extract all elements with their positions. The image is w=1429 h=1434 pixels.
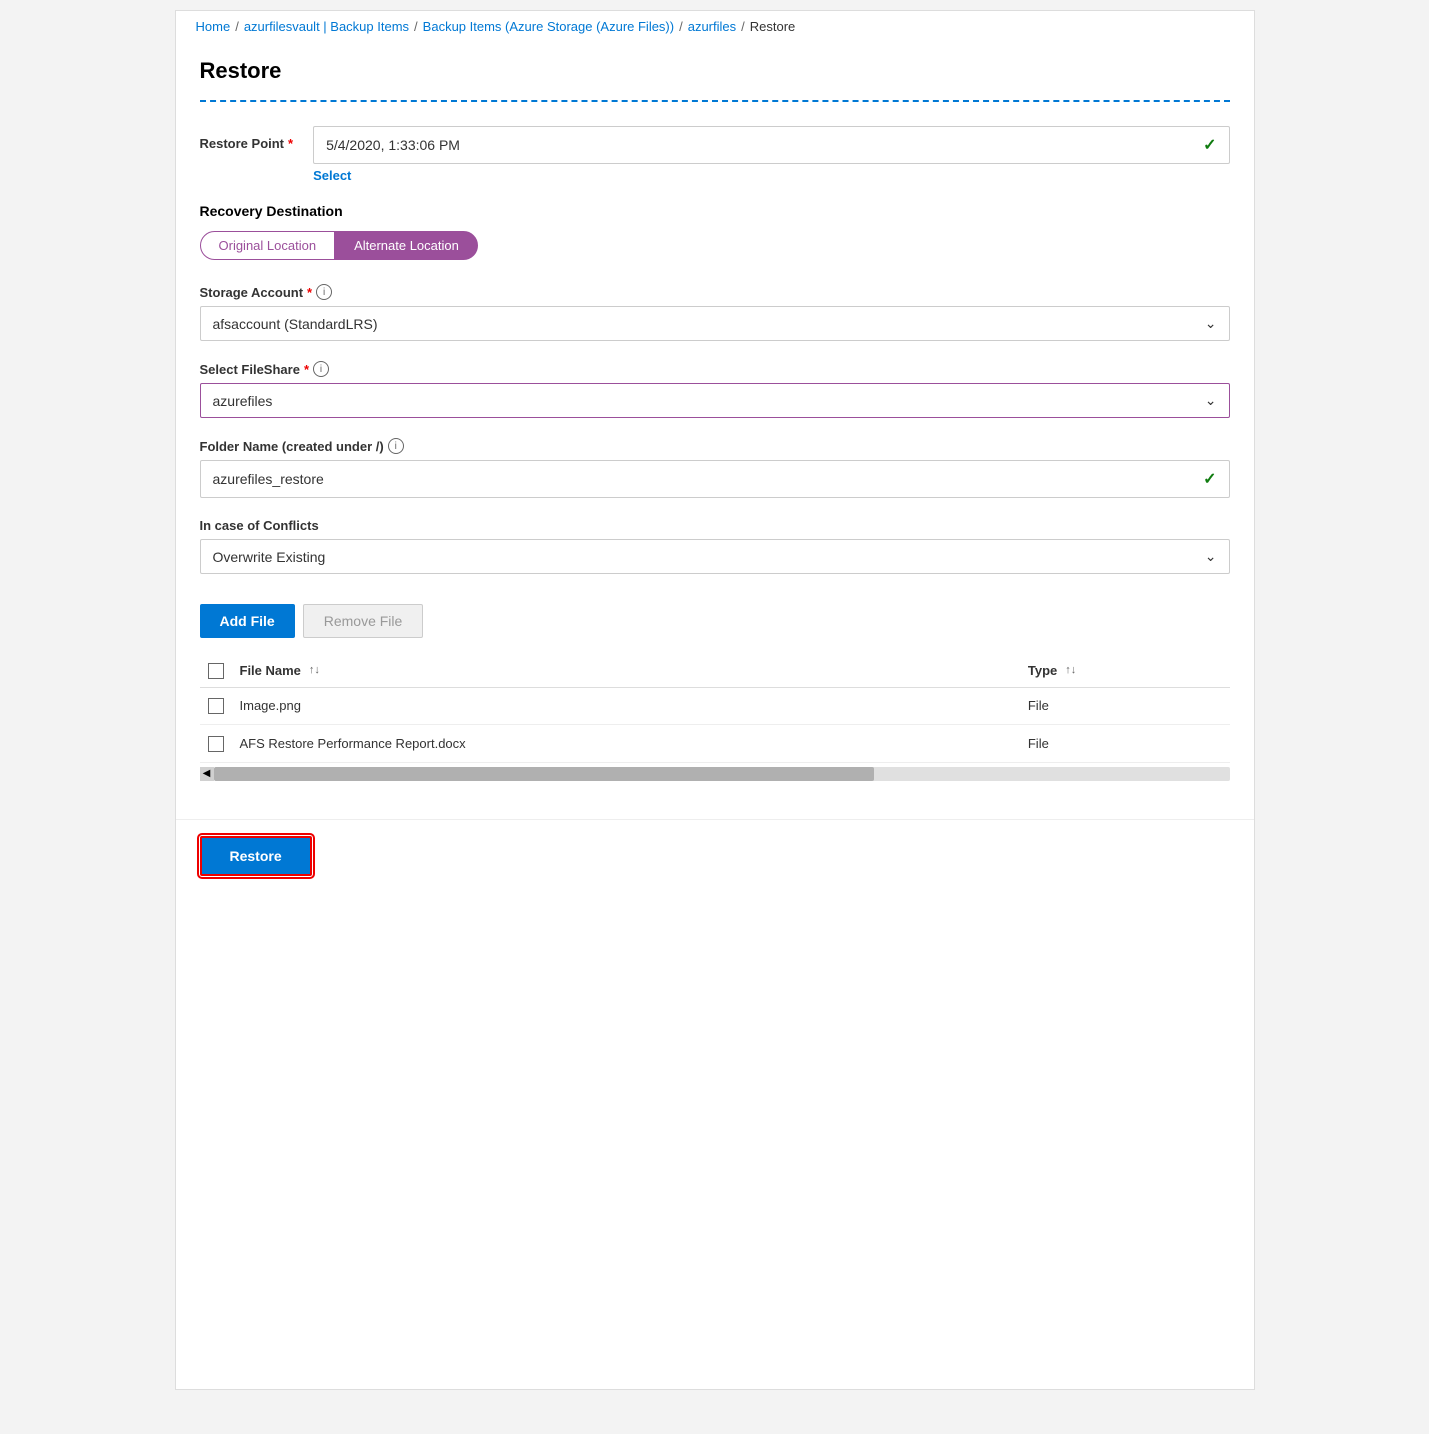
restore-point-value: 5/4/2020, 1:33:06 PM <box>326 137 1195 153</box>
file-action-buttons: Add File Remove File <box>200 604 1230 638</box>
page-title: Restore <box>200 58 1230 84</box>
recovery-destination-toggle: Original Location Alternate Location <box>200 231 1230 260</box>
row-checkbox-cell <box>200 725 232 763</box>
breadcrumb-vault[interactable]: azurfilesvault | Backup Items <box>244 19 409 34</box>
add-file-button[interactable]: Add File <box>200 604 295 638</box>
file-table-header-row: File Name ↑↓ Type ↑↓ <box>200 654 1230 687</box>
conflicts-section: In case of Conflicts Overwrite Existing … <box>200 518 1230 574</box>
breadcrumb-sep-4: / <box>741 19 745 34</box>
storage-account-dropdown[interactable]: afsaccount (StandardLRS) ⌄ <box>200 306 1230 341</box>
fileshare-dropdown-arrow: ⌄ <box>1205 392 1217 409</box>
storage-account-info-icon: i <box>316 284 332 300</box>
select-all-checkbox[interactable] <box>208 663 224 679</box>
restore-button[interactable]: Restore <box>200 836 312 876</box>
storage-account-value: afsaccount (StandardLRS) <box>213 316 378 332</box>
restore-point-section: Restore Point * 5/4/2020, 1:33:06 PM ✓ S… <box>200 126 1230 183</box>
row-checkbox-1[interactable] <box>208 736 224 752</box>
file-table-header-filename[interactable]: File Name ↑↓ <box>232 654 1020 687</box>
fileshare-dropdown[interactable]: azurefiles ⌄ <box>200 383 1230 418</box>
storage-account-required: * <box>307 285 312 300</box>
row-filename-1: AFS Restore Performance Report.docx <box>232 725 1020 763</box>
fileshare-value: azurefiles <box>213 393 273 409</box>
restore-point-value-box: 5/4/2020, 1:33:06 PM ✓ <box>313 126 1229 164</box>
file-table-row: AFS Restore Performance Report.docx File <box>200 725 1230 763</box>
remove-file-button: Remove File <box>303 604 424 638</box>
scrollbar-thumb[interactable] <box>214 767 874 781</box>
storage-account-label: Storage Account * i <box>200 284 1230 300</box>
fileshare-section: Select FileShare * i azurefiles ⌄ <box>200 361 1230 418</box>
folder-name-label: Folder Name (created under /) i <box>200 438 1230 454</box>
recovery-destination-label: Recovery Destination <box>200 203 1230 219</box>
folder-name-value: azurefiles_restore <box>213 471 1196 487</box>
folder-name-input[interactable]: azurefiles_restore ✓ <box>200 460 1230 498</box>
storage-account-section: Storage Account * i afsaccount (Standard… <box>200 284 1230 341</box>
scroll-left-arrow[interactable]: ◀ <box>200 767 214 781</box>
folder-name-info-icon: i <box>388 438 404 454</box>
restore-point-required: * <box>288 136 293 151</box>
breadcrumb-sep-1: / <box>235 19 239 34</box>
restore-point-input-area: 5/4/2020, 1:33:06 PM ✓ Select <box>313 126 1229 183</box>
fileshare-label: Select FileShare * i <box>200 361 1230 377</box>
fileshare-info-icon: i <box>313 361 329 377</box>
select-restore-point-link[interactable]: Select <box>313 168 351 183</box>
breadcrumb-backup-items[interactable]: Backup Items (Azure Storage (Azure Files… <box>423 19 674 34</box>
file-table-header-checkbox-cell <box>200 654 232 687</box>
restore-point-label: Restore Point * <box>200 126 294 151</box>
folder-name-check-icon: ✓ <box>1203 469 1216 489</box>
breadcrumb-azurfiles[interactable]: azurfiles <box>688 19 736 34</box>
row-filename-0: Image.png <box>232 687 1020 725</box>
row-checkbox-0[interactable] <box>208 698 224 714</box>
conflicts-dropdown[interactable]: Overwrite Existing ⌄ <box>200 539 1230 574</box>
scrollbar-track[interactable] <box>214 767 1230 781</box>
conflicts-value: Overwrite Existing <box>213 549 326 565</box>
original-location-btn[interactable]: Original Location <box>200 231 336 260</box>
alternate-location-btn[interactable]: Alternate Location <box>335 231 478 260</box>
breadcrumb-home[interactable]: Home <box>196 19 231 34</box>
fileshare-required: * <box>304 362 309 377</box>
recovery-destination-section: Recovery Destination Original Location A… <box>200 203 1230 260</box>
title-divider <box>200 100 1230 102</box>
row-checkbox-cell <box>200 687 232 725</box>
file-table: File Name ↑↓ Type ↑↓ Image. <box>200 654 1230 763</box>
conflicts-dropdown-arrow: ⌄ <box>1205 548 1217 565</box>
breadcrumb-sep-3: / <box>679 19 683 34</box>
row-type-1: File <box>1020 725 1230 763</box>
type-sort-icon: ↑↓ <box>1065 664 1076 676</box>
storage-account-dropdown-arrow: ⌄ <box>1205 315 1217 332</box>
file-table-row: Image.png File <box>200 687 1230 725</box>
horizontal-scrollbar[interactable]: ◀ <box>214 767 1230 781</box>
breadcrumb: Home / azurfilesvault | Backup Items / B… <box>176 11 1254 42</box>
file-table-header-type[interactable]: Type ↑↓ <box>1020 654 1230 687</box>
bottom-action-bar: Restore <box>176 819 1254 892</box>
filename-sort-icon: ↑↓ <box>309 664 320 676</box>
file-table-body: Image.png File AFS Restore Performance R… <box>200 687 1230 762</box>
restore-point-check-icon: ✓ <box>1203 135 1216 155</box>
breadcrumb-sep-2: / <box>414 19 418 34</box>
folder-name-section: Folder Name (created under /) i azurefil… <box>200 438 1230 498</box>
row-type-0: File <box>1020 687 1230 725</box>
conflicts-label: In case of Conflicts <box>200 518 1230 533</box>
breadcrumb-restore: Restore <box>750 19 796 34</box>
